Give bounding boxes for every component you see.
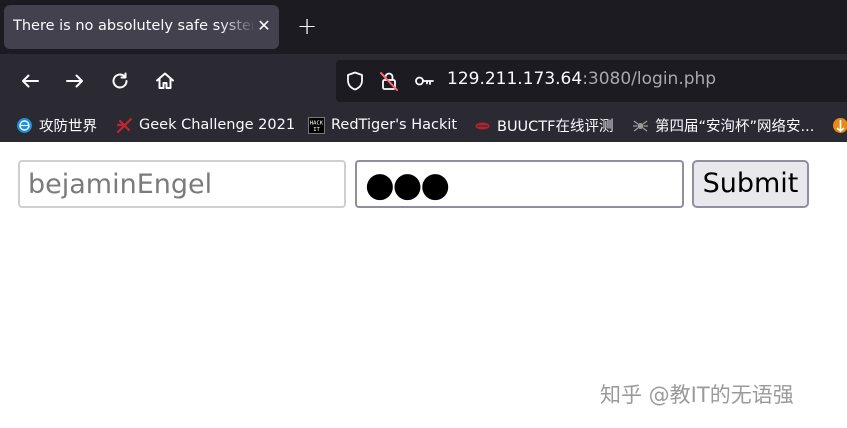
bookmark-label: Geek Challenge 2021 (139, 117, 296, 133)
tab-title-fade (219, 5, 257, 49)
globe-icon (17, 117, 32, 133)
tab-strip: There is no absolutely safe system ✕ + (0, 0, 847, 54)
username-value: bejaminEngel (28, 169, 213, 200)
url-text[interactable]: 129.211.173.64:3080/login.php (447, 69, 716, 89)
geek-icon (116, 117, 133, 133)
forward-arrow-icon[interactable] (62, 68, 88, 94)
password-input[interactable]: ●●● (355, 160, 684, 208)
bookmark-label: 第四届“安洵杯”网络安... (655, 118, 815, 135)
url-path: :3080/login.php (582, 69, 717, 89)
plus-icon[interactable]: + (295, 14, 319, 38)
back-arrow-icon[interactable] (17, 68, 43, 94)
bookmark-icon (833, 117, 847, 133)
bookmark-label: RedTiger's Hackit (331, 117, 458, 133)
bookmark-anxun[interactable]: 第四届“安洵杯”网络安... (632, 114, 814, 136)
bookmark-redtiger[interactable]: HACK IT RedTiger's Hackit (308, 114, 457, 136)
bookmark-label: BUUCTF在线评测 (497, 118, 614, 135)
svg-text:IT: IT (313, 127, 320, 133)
username-input[interactable]: bejaminEngel (18, 160, 346, 208)
hackit-icon: HACKIT (308, 116, 325, 134)
bookmark-geek-challenge[interactable]: Geek Challenge 2021 (116, 114, 295, 136)
bookmark-buuctf[interactable]: BUUCTF在线评测 (474, 114, 614, 136)
tab-title: There is no absolutely safe system (13, 18, 253, 34)
lock-slashed-icon[interactable] (378, 70, 400, 92)
svg-text:HACK: HACK (310, 120, 324, 126)
bookmarks-toolbar: 攻防世界 Geek Challenge 2021 HACK IT RedTiger… (0, 108, 847, 142)
key-icon[interactable] (413, 70, 435, 92)
spider-icon (633, 119, 648, 132)
navigation-toolbar: 129.211.173.64:3080/login.php (0, 54, 847, 108)
reload-icon[interactable] (107, 68, 133, 94)
tab-active[interactable]: There is no absolutely safe system ✕ (4, 5, 279, 49)
url-bar[interactable]: 129.211.173.64:3080/login.php (336, 60, 847, 102)
password-mask: ●●● (365, 165, 450, 205)
watermark: 知乎 @教IT的无语强 (600, 383, 794, 407)
bookmark-overflow[interactable] (832, 114, 847, 136)
buuctf-icon (475, 122, 490, 129)
url-host: 129.211.173.64 (447, 69, 583, 89)
home-icon[interactable] (152, 68, 178, 94)
close-icon[interactable]: ✕ (254, 16, 274, 36)
shield-icon[interactable] (344, 70, 366, 92)
bookmark-label: 攻防世界 (39, 118, 97, 135)
bookmark-gongfang[interactable]: 攻防世界 (16, 114, 97, 136)
submit-button[interactable]: Submit (692, 160, 809, 208)
